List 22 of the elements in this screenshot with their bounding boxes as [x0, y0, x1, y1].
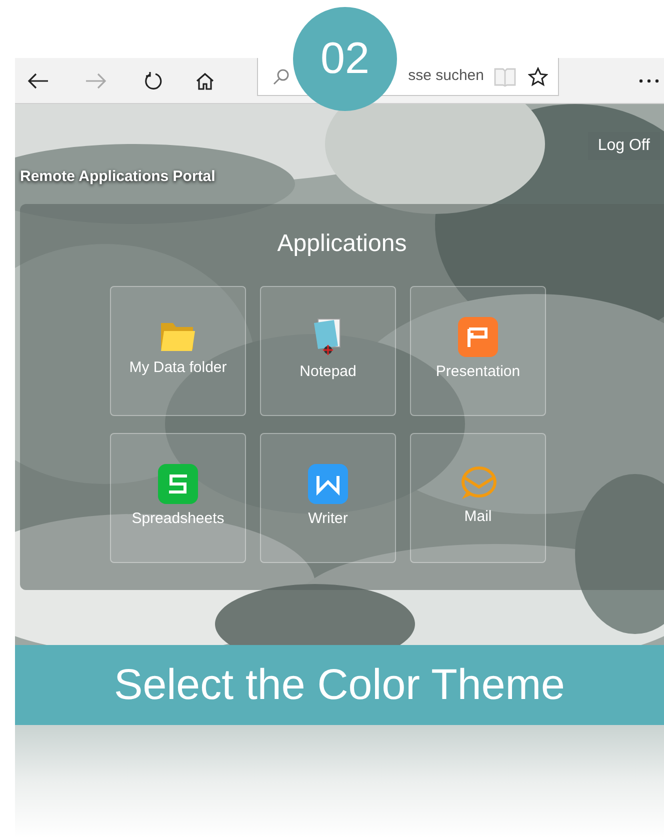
app-tile[interactable]: Presentation [410, 286, 546, 416]
more-icon[interactable] [638, 78, 660, 84]
portal-title: Remote Applications Portal [20, 167, 216, 187]
address-field[interactable]: sse suchen [397, 58, 559, 96]
app-tile[interactable]: My Data folder [110, 286, 246, 416]
spreadsheet-icon [158, 464, 198, 504]
star-icon[interactable] [528, 66, 548, 86]
step-badge: 02 [293, 7, 397, 111]
app-tile[interactable]: Notepad [260, 286, 396, 416]
app-tile[interactable]: Spreadsheets [110, 432, 246, 562]
presentation-icon [458, 316, 498, 356]
refresh-icon[interactable] [143, 70, 163, 90]
home-icon[interactable] [195, 72, 215, 90]
panel-heading: Applications [277, 228, 407, 258]
app-tile[interactable]: Writer [260, 432, 396, 562]
app-tile[interactable]: Mail [410, 432, 546, 562]
address-placeholder: sse suchen [408, 66, 484, 86]
banner-title: Select the Color Theme [15, 645, 664, 725]
search-icon [272, 68, 290, 86]
address-field-edge[interactable] [257, 58, 293, 96]
writer-icon [308, 464, 348, 504]
back-icon[interactable] [27, 72, 49, 88]
